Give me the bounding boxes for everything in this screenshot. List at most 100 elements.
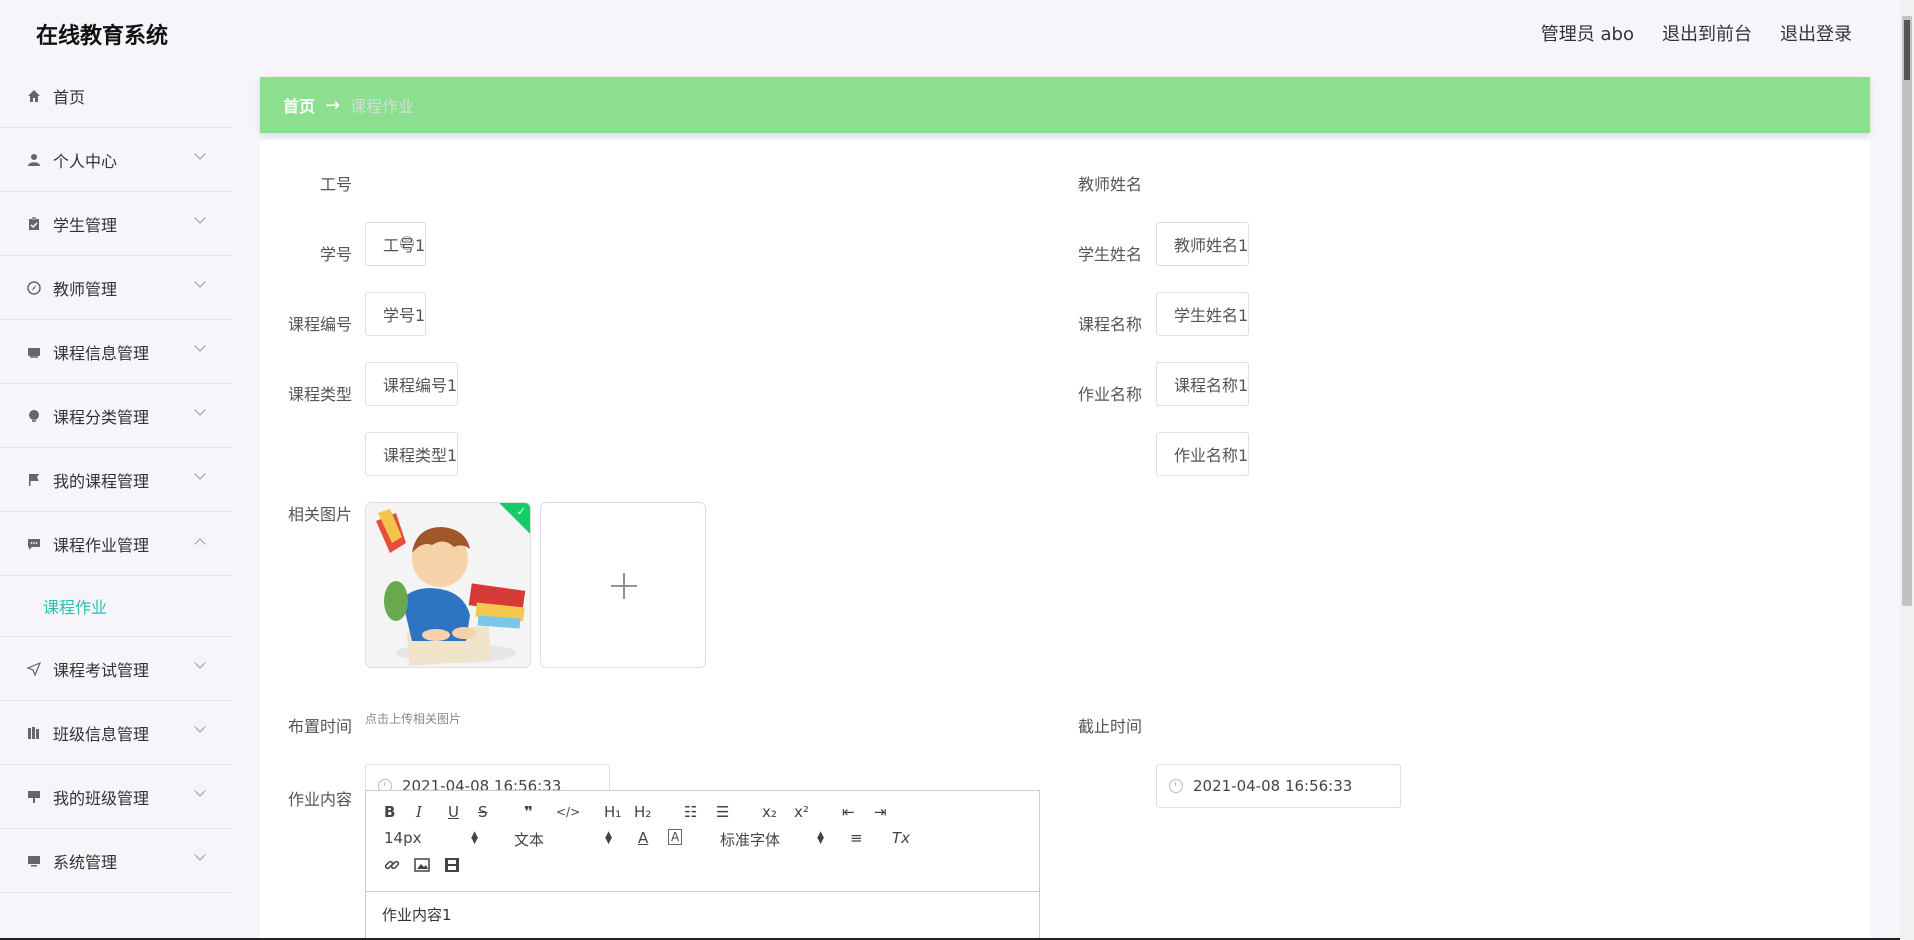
align-button[interactable]: ≡ (850, 829, 863, 847)
sidebar-item-course-info[interactable]: 课程信息管理 (0, 320, 232, 384)
outdent-button[interactable]: ⇤ (842, 803, 855, 821)
check-icon: ✓ (516, 505, 526, 518)
film-icon (445, 858, 459, 872)
deadline-picker[interactable]: 2021-04-08 16:56:33 (1156, 764, 1401, 808)
italic-button[interactable]: I (416, 803, 422, 821)
inbox-icon (26, 344, 42, 360)
course-type-value: 课程类型1 (383, 446, 458, 465)
background-color-button[interactable]: A (668, 829, 683, 845)
link-icon (384, 860, 400, 870)
sidebar-item-profile[interactable]: 个人中心 (0, 128, 232, 192)
breadcrumb-arrow-icon: → (325, 94, 341, 116)
logout-link[interactable]: 退出登录 (1780, 20, 1852, 46)
chevron-down-icon (194, 404, 206, 416)
page-scrollbar[interactable] (1900, 0, 1914, 940)
font-size-select[interactable]: 14px ▲ ▼ (384, 829, 478, 847)
uploaded-image-thumb[interactable]: ✓ (365, 502, 531, 668)
sidebar: 首页 个人中心 学生管理 教师管理 课程信息管理 课程分类管理 我的课程管理 课… (0, 64, 232, 940)
teacher-name-input[interactable]: 教师姓名1 (1156, 222, 1250, 266)
indent-button[interactable]: ⇥ (874, 803, 887, 821)
student-no-value: 学号1 (383, 306, 426, 325)
sidebar-item-system[interactable]: 系统管理 (0, 829, 232, 893)
sidebar-item-label: 个人中心 (53, 151, 118, 171)
editor-content-area[interactable]: 作业内容1 (366, 892, 1039, 937)
chevron-down-icon (194, 785, 206, 797)
quote-button[interactable]: ❞ (524, 803, 533, 821)
sidebar-item-home[interactable]: 首页 (0, 64, 232, 128)
bullet-list-button[interactable]: ☰ (716, 803, 729, 821)
back-to-front-link[interactable]: 退出到前台 (1662, 20, 1752, 46)
underline-button[interactable]: U (448, 803, 459, 821)
sidebar-item-course-category[interactable]: 课程分类管理 (0, 384, 232, 448)
code-button[interactable]: </> (556, 805, 580, 819)
sidebar-item-exam-mgmt[interactable]: 课程考试管理 (0, 637, 232, 701)
h1-button[interactable]: H₁ (604, 803, 621, 821)
scrollbar-thumb[interactable] (1902, 16, 1912, 606)
course-no-value: 课程编号1 (383, 376, 458, 395)
sidebar-item-students[interactable]: 学生管理 (0, 192, 232, 256)
teacher-no-label: 工号 (319, 175, 352, 194)
sidebar-item-label: 班级信息管理 (53, 724, 150, 744)
homework-name-label: 作业名称 (1077, 385, 1142, 404)
course-no-input[interactable]: 课程编号1 (365, 362, 459, 406)
h2-button[interactable]: H₂ (634, 803, 651, 821)
sidebar-item-label: 课程考试管理 (53, 660, 150, 680)
font-family-value: 标准字体 (720, 831, 781, 849)
format-select[interactable]: 文本 ▲ ▼ (514, 829, 612, 850)
sidebar-item-teachers[interactable]: 教师管理 (0, 256, 232, 320)
link-button[interactable] (384, 857, 400, 877)
image-icon (414, 858, 430, 872)
breadcrumb: 首页 → 课程作业 (260, 77, 1870, 133)
sidebar-item-label: 课程分类管理 (53, 407, 150, 427)
editor-toolbar: B I U S ❞ </> H₁ H₂ ☷ ☰ x₂ x² ⇤ ⇥ 14px ▲… (366, 791, 1039, 892)
ordered-list-button[interactable]: ☷ (684, 803, 697, 821)
chevron-down-icon (194, 657, 206, 669)
send-icon (26, 661, 42, 677)
image-button[interactable] (414, 857, 430, 877)
content-label: 作业内容 (287, 790, 352, 809)
sign-icon (26, 789, 42, 805)
superscript-button[interactable]: x² (794, 803, 809, 821)
bold-button[interactable]: B (384, 803, 395, 821)
student-no-label: 学号 (319, 245, 352, 264)
admin-user-link[interactable]: 管理员 abo (1541, 20, 1634, 46)
sidebar-item-class-info[interactable]: 班级信息管理 (0, 701, 232, 765)
books-icon (26, 725, 42, 741)
course-name-input[interactable]: 课程名称1 (1156, 362, 1250, 406)
home-icon (26, 88, 42, 104)
subscript-button[interactable]: x₂ (762, 803, 777, 821)
sidebar-item-my-courses[interactable]: 我的课程管理 (0, 448, 232, 512)
scrollbar-marker (1904, 20, 1910, 80)
teacher-no-input[interactable]: 工号1 × (365, 222, 427, 266)
sidebar-subitem-homework[interactable]: 课程作业 (0, 576, 232, 637)
clear-format-button[interactable]: Tx (892, 829, 910, 847)
student-name-value: 学生姓名1 (1174, 306, 1249, 325)
strike-button[interactable]: S (478, 803, 488, 821)
homework-name-input[interactable]: 作业名称1 (1156, 432, 1250, 476)
sidebar-item-label: 课程作业管理 (53, 535, 150, 555)
breadcrumb-home[interactable]: 首页 (283, 93, 315, 117)
sidebar-item-label: 我的班级管理 (53, 788, 150, 808)
sidebar-item-my-class[interactable]: 我的班级管理 (0, 765, 232, 829)
chat-icon (26, 536, 42, 552)
image-label: 相关图片 (287, 505, 352, 524)
student-name-input[interactable]: 学生姓名1 (1156, 292, 1250, 336)
font-family-select[interactable]: 标准字体 ▲ ▼ (720, 829, 824, 850)
compass-icon (26, 280, 42, 296)
font-size-value: 14px (384, 829, 422, 847)
upload-add-button[interactable] (540, 502, 706, 668)
chevron-down-icon (194, 468, 206, 480)
select-caret-icon: ▲ ▼ (817, 830, 824, 846)
chevron-down-icon (194, 212, 206, 224)
course-type-input[interactable]: 课程类型1 (365, 432, 459, 476)
student-no-input[interactable]: 学号1 (365, 292, 427, 336)
sidebar-item-homework-mgmt[interactable]: 课程作业管理 (0, 512, 232, 576)
boy-reading-image (366, 503, 530, 667)
video-button[interactable] (444, 857, 460, 877)
font-color-button[interactable]: A (638, 829, 648, 847)
plus-icon-vertical (623, 573, 625, 599)
clock-icon (1169, 779, 1183, 793)
deadline-value: 2021-04-08 16:56:33 (1193, 777, 1353, 795)
flag-icon (26, 472, 42, 488)
sidebar-item-label: 我的课程管理 (53, 471, 150, 491)
